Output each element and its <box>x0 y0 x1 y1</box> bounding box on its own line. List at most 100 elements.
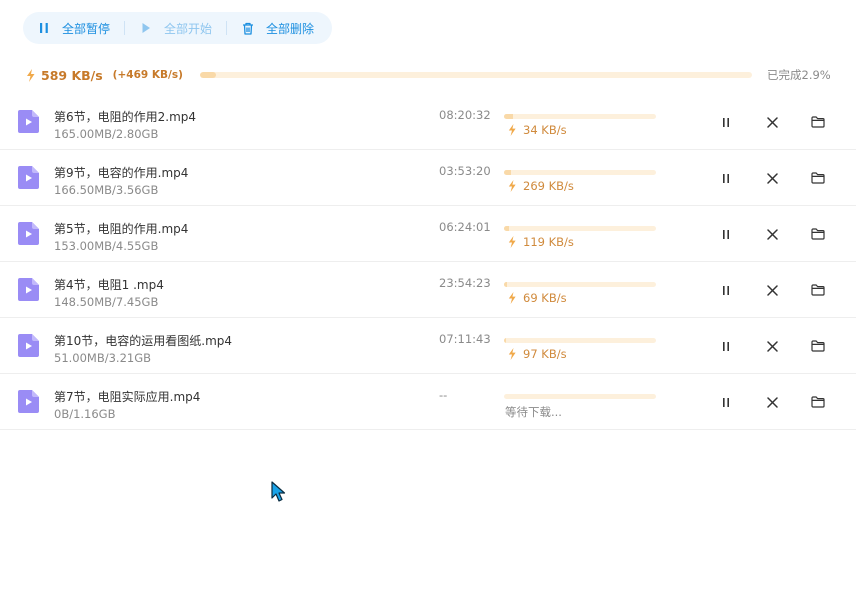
open-folder-button[interactable] <box>810 282 826 298</box>
download-progress-bar <box>504 226 656 231</box>
folder-icon <box>811 228 825 240</box>
total-speed-extra: (+469 KB/s) <box>112 69 183 81</box>
pause-icon <box>37 21 51 35</box>
open-folder-button[interactable] <box>810 338 826 354</box>
file-name: 第6节，电阻的作用2.mp4 <box>54 110 197 124</box>
file-size: 165.00MB/2.80GB <box>54 127 159 141</box>
start-all-button[interactable]: 全部开始 <box>139 12 212 44</box>
download-progress-bar <box>504 282 656 287</box>
close-icon <box>766 116 778 128</box>
close-icon <box>766 284 778 296</box>
open-folder-button[interactable] <box>810 114 826 130</box>
close-icon <box>766 228 778 240</box>
bolt-icon <box>508 124 516 136</box>
pause-button[interactable] <box>718 170 734 186</box>
download-progress-fill <box>504 114 513 119</box>
download-row[interactable]: 第4节，电阻1 .mp4 148.50MB/7.45GB 23:54:23 69… <box>0 262 856 318</box>
file-name: 第10节，电容的运用看图纸.mp4 <box>54 334 233 348</box>
delete-all-label: 全部删除 <box>266 21 315 36</box>
file-size: 153.00MB/4.55GB <box>54 239 159 253</box>
download-speed-value: 69 KB/s <box>523 291 567 305</box>
download-speed: 269 KB/s <box>508 179 574 193</box>
download-speed: 69 KB/s <box>508 291 567 305</box>
download-row[interactable]: 第6节，电阻的作用2.mp4 165.00MB/2.80GB 08:20:32 … <box>0 94 856 150</box>
toolbar-divider <box>124 21 126 35</box>
pause-button[interactable] <box>718 394 734 410</box>
video-file-icon <box>18 334 39 357</box>
video-file-icon <box>18 222 39 245</box>
download-row[interactable]: 第9节，电容的作用.mp4 166.50MB/3.56GB 03:53:20 2… <box>0 150 856 206</box>
download-progress-bar <box>504 114 656 119</box>
open-folder-button[interactable] <box>810 170 826 186</box>
file-size: 51.00MB/3.21GB <box>54 351 152 365</box>
cancel-button[interactable] <box>764 226 780 242</box>
total-speed: 589 KB/s (+469 KB/s) <box>26 66 183 84</box>
download-speed: 119 KB/s <box>508 235 574 249</box>
cancel-button[interactable] <box>764 338 780 354</box>
cancel-button[interactable] <box>764 114 780 130</box>
pause-button[interactable] <box>718 226 734 242</box>
toolbar: 全部暂停 全部开始 全部删除 <box>23 12 332 44</box>
cancel-button[interactable] <box>764 394 780 410</box>
download-speed: 97 KB/s <box>508 347 567 361</box>
pause-icon <box>723 341 729 351</box>
remaining-time: 08:20:32 <box>439 108 491 122</box>
pause-icon <box>723 285 729 295</box>
video-file-icon <box>18 390 39 413</box>
download-progress-fill <box>504 170 511 175</box>
close-icon <box>766 340 778 352</box>
total-progress: 589 KB/s (+469 KB/s) 已完成2.9% <box>26 66 834 84</box>
open-folder-button[interactable] <box>810 394 826 410</box>
delete-all-button[interactable]: 全部删除 <box>241 12 314 44</box>
download-row[interactable]: 第7节，电阻实际应用.mp4 0B/1.16GB -- 等待下载... <box>0 374 856 430</box>
bolt-icon <box>508 292 516 304</box>
mouse-cursor-icon <box>271 481 286 502</box>
pause-button[interactable] <box>718 282 734 298</box>
close-icon <box>766 172 778 184</box>
download-row[interactable]: 第5节，电阻的作用.mp4 153.00MB/4.55GB 06:24:01 1… <box>0 206 856 262</box>
download-progress-fill <box>504 226 510 231</box>
download-speed-value: 119 KB/s <box>523 235 574 249</box>
open-folder-button[interactable] <box>810 226 826 242</box>
total-progress-fill <box>200 72 216 78</box>
download-speed-value: 269 KB/s <box>523 179 574 193</box>
file-size: 0B/1.16GB <box>54 407 116 421</box>
pause-icon <box>723 173 729 183</box>
pause-button[interactable] <box>718 114 734 130</box>
close-icon <box>766 396 778 408</box>
bolt-icon <box>508 236 516 248</box>
remaining-time: -- <box>439 388 448 402</box>
folder-icon <box>811 116 825 128</box>
file-name: 第9节，电容的作用.mp4 <box>54 166 189 180</box>
pause-all-button[interactable]: 全部暂停 <box>37 12 110 44</box>
folder-icon <box>811 284 825 296</box>
folder-icon <box>811 172 825 184</box>
video-file-icon <box>18 166 39 189</box>
download-speed: 34 KB/s <box>508 123 567 137</box>
download-list: 第6节，电阻的作用2.mp4 165.00MB/2.80GB 08:20:32 … <box>0 94 856 430</box>
download-progress-bar <box>504 394 656 399</box>
bolt-icon <box>508 180 516 192</box>
total-progress-bar <box>200 72 752 78</box>
download-progress-fill <box>504 282 508 287</box>
pause-button[interactable] <box>718 338 734 354</box>
remaining-time: 03:53:20 <box>439 164 491 178</box>
download-speed-value: 97 KB/s <box>523 347 567 361</box>
file-name: 第5节，电阻的作用.mp4 <box>54 222 189 236</box>
bolt-icon <box>27 68 35 82</box>
cancel-button[interactable] <box>764 282 780 298</box>
pause-icon <box>723 117 729 127</box>
total-speed-value: 589 KB/s <box>41 67 103 83</box>
pause-all-label: 全部暂停 <box>62 21 111 36</box>
download-row[interactable]: 第10节，电容的运用看图纸.mp4 51.00MB/3.21GB 07:11:4… <box>0 318 856 374</box>
folder-icon <box>811 396 825 408</box>
download-status: 等待下载... <box>505 405 562 419</box>
cancel-button[interactable] <box>764 170 780 186</box>
pause-icon <box>723 229 729 239</box>
download-speed-value: 34 KB/s <box>523 123 567 137</box>
total-progress-text: 已完成2.9% <box>767 68 831 82</box>
start-all-label: 全部开始 <box>164 21 213 36</box>
folder-icon <box>811 340 825 352</box>
toolbar-divider <box>226 21 228 35</box>
pause-icon <box>723 397 729 407</box>
